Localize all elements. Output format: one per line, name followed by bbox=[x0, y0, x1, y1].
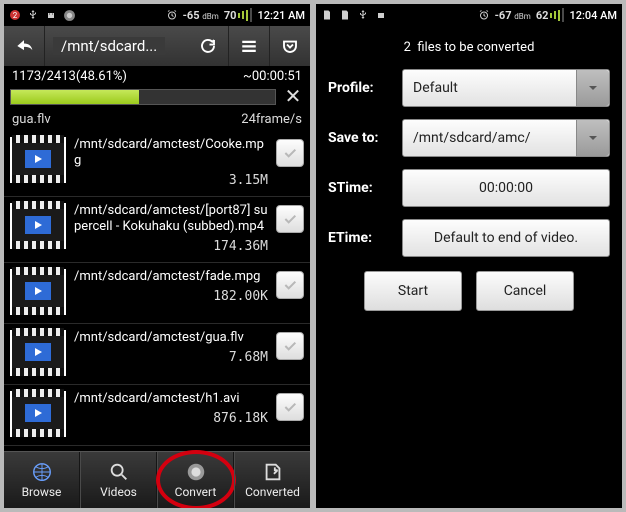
file-row[interactable]: /mnt/sdcard/amctest/fade.mpg 182.00K bbox=[4, 263, 310, 324]
clock: 12:21 AM bbox=[257, 9, 305, 22]
etime-field[interactable]: Default to end of video. bbox=[402, 219, 610, 257]
video-thumbnail bbox=[10, 137, 66, 183]
file-size: 3.15M bbox=[74, 173, 268, 188]
sd-icon bbox=[321, 9, 333, 21]
stime-field[interactable]: 00:00:00 bbox=[402, 169, 610, 207]
android-icon bbox=[375, 9, 387, 21]
sd-icon bbox=[339, 9, 351, 21]
status-bar: -67 dBm 62 12:04 AM bbox=[316, 4, 622, 26]
clock: 12:04 AM bbox=[569, 9, 617, 22]
file-checkbox[interactable] bbox=[276, 271, 304, 299]
signal-strength: -65 dBm bbox=[183, 9, 219, 22]
tab-converted-label: Converted bbox=[245, 485, 300, 499]
progress-count: 1173/2413(48.61%) bbox=[12, 69, 127, 84]
progress-file: gua.flv bbox=[12, 112, 51, 127]
file-checkbox[interactable] bbox=[276, 205, 304, 233]
start-button[interactable]: Start bbox=[364, 271, 462, 311]
menu-button[interactable] bbox=[229, 26, 270, 66]
video-thumbnail bbox=[10, 269, 66, 315]
convert-icon bbox=[185, 461, 207, 483]
action-bar: /mnt/sdcard... bbox=[4, 26, 310, 66]
file-size: 876.18K bbox=[74, 411, 268, 426]
file-size: 182.00K bbox=[74, 289, 268, 304]
file-path: /mnt/sdcard/amctest/h1.avi bbox=[74, 391, 268, 407]
alarm-icon bbox=[478, 9, 490, 21]
profile-label: Profile: bbox=[328, 80, 402, 96]
notification-badge-icon: 2 bbox=[9, 9, 21, 21]
battery-icon: 62 bbox=[536, 8, 565, 22]
file-path: /mnt/sdcard/amctest/[port87] supercell -… bbox=[74, 203, 268, 235]
cancel-progress-button[interactable]: ✕ bbox=[282, 86, 304, 108]
saveto-dropdown[interactable]: /mnt/sdcard/amc/ bbox=[402, 119, 610, 157]
search-icon bbox=[108, 461, 130, 483]
file-size: 174.36M bbox=[74, 239, 268, 254]
conversion-header: 2 files to be converted bbox=[328, 40, 610, 55]
progress-eta: ~00:00:51 bbox=[243, 69, 302, 84]
stime-label: STime: bbox=[328, 180, 402, 196]
usb-icon bbox=[357, 9, 369, 21]
etime-label: ETime: bbox=[328, 230, 402, 246]
etime-value: Default to end of video. bbox=[434, 230, 578, 246]
android-icon bbox=[45, 9, 57, 21]
tab-videos-label: Videos bbox=[100, 485, 137, 499]
saveto-label: Save to: bbox=[328, 130, 402, 146]
tab-converted[interactable]: Converted bbox=[234, 452, 310, 508]
path-title[interactable]: /mnt/sdcard... bbox=[45, 37, 188, 55]
back-button[interactable] bbox=[4, 26, 45, 66]
file-row[interactable]: /mnt/sdcard/amctest/gua.flv 7.68M bbox=[4, 324, 310, 385]
chevron-down-icon bbox=[576, 70, 609, 106]
file-size: 7.68M bbox=[74, 350, 268, 365]
tab-browse-label: Browse bbox=[22, 485, 62, 499]
tab-bar: Browse Videos Convert Converted bbox=[4, 451, 310, 508]
file-path: /mnt/sdcard/amctest/Cooke.mpg bbox=[74, 137, 268, 169]
tab-convert-label: Convert bbox=[175, 485, 217, 499]
file-checkbox[interactable] bbox=[276, 332, 304, 360]
video-thumbnail bbox=[10, 203, 66, 249]
chevron-down-icon bbox=[576, 120, 609, 156]
phone-left: 2 -65 dBm 70 12:21 AM /mnt/sdcard... bbox=[4, 4, 310, 508]
phone-right: -67 dBm 62 12:04 AM 2 files to be conver… bbox=[316, 4, 622, 508]
tab-videos[interactable]: Videos bbox=[80, 452, 157, 508]
profile-value: Default bbox=[413, 80, 458, 96]
file-row[interactable]: /mnt/sdcard/amctest/Cooke.mpg 3.15M bbox=[4, 131, 310, 197]
progress-sub: gua.flv 24frame/s bbox=[4, 110, 310, 131]
file-checkbox[interactable] bbox=[276, 139, 304, 167]
browse-icon bbox=[31, 461, 53, 483]
status-bar: 2 -65 dBm 70 12:21 AM bbox=[4, 4, 310, 26]
converted-icon bbox=[262, 461, 284, 483]
pocket-button[interactable] bbox=[270, 26, 310, 66]
tab-browse[interactable]: Browse bbox=[4, 452, 80, 508]
progress-header: 1173/2413(48.61%) ~00:00:51 bbox=[4, 66, 310, 86]
video-thumbnail bbox=[10, 391, 66, 437]
progress-bar bbox=[10, 89, 276, 105]
file-row[interactable]: /mnt/sdcard/amctest/[port87] supercell -… bbox=[4, 197, 310, 263]
file-path: /mnt/sdcard/amctest/gua.flv bbox=[74, 330, 268, 346]
progress-rate: 24frame/s bbox=[241, 112, 302, 127]
file-checkbox[interactable] bbox=[276, 393, 304, 421]
usb-icon bbox=[27, 9, 39, 21]
tab-convert[interactable]: Convert bbox=[157, 452, 234, 508]
file-list: /mnt/sdcard/amctest/Cooke.mpg 3.15M/mnt/s… bbox=[4, 131, 310, 446]
alarm-icon bbox=[166, 9, 178, 21]
file-row[interactable]: /mnt/sdcard/amctest/h1.avi 876.18K bbox=[4, 385, 310, 446]
refresh-button[interactable] bbox=[188, 26, 229, 66]
stime-value: 00:00:00 bbox=[479, 180, 533, 196]
file-path: /mnt/sdcard/amctest/fade.mpg bbox=[74, 269, 268, 285]
profile-dropdown[interactable]: Default bbox=[402, 69, 610, 107]
svg-text:2: 2 bbox=[13, 11, 18, 20]
saveto-value: /mnt/sdcard/amc/ bbox=[413, 130, 531, 146]
video-thumbnail bbox=[10, 330, 66, 376]
battery-icon: 70 bbox=[224, 8, 253, 22]
app-status-icon bbox=[63, 9, 76, 22]
progress-fill bbox=[11, 90, 139, 104]
signal-strength: -67 dBm bbox=[495, 9, 531, 22]
cancel-button[interactable]: Cancel bbox=[476, 271, 574, 311]
